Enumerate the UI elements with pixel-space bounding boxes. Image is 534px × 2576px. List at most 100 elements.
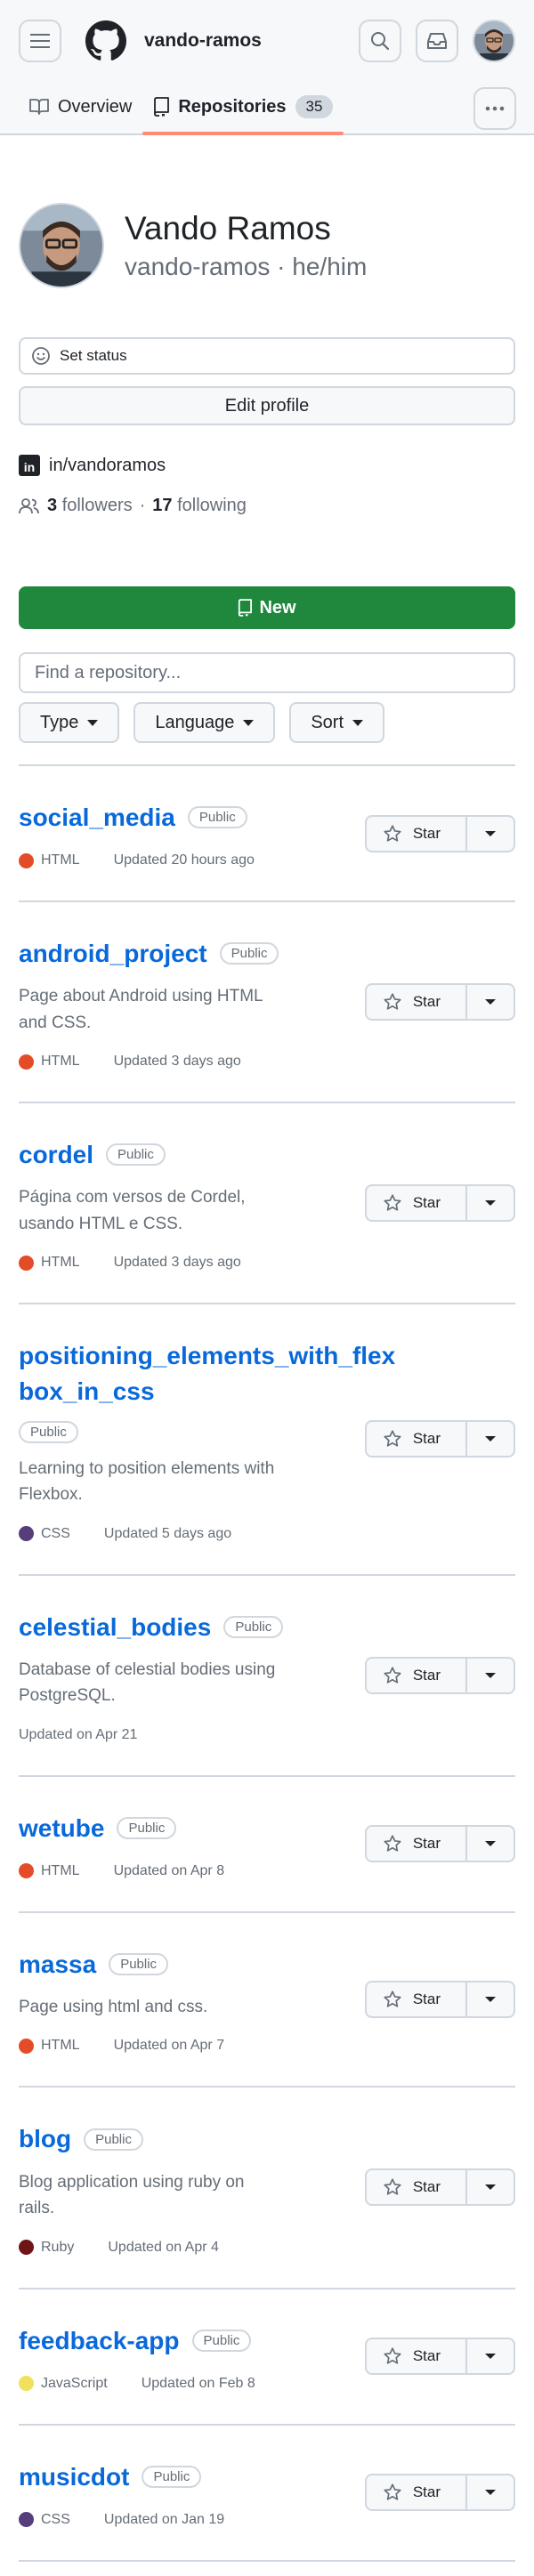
filter-language-dropdown[interactable]: Language: [134, 702, 276, 743]
star-label: Star: [412, 1194, 441, 1212]
set-status-button[interactable]: Set status: [19, 337, 515, 375]
star-button[interactable]: Star: [367, 2339, 467, 2374]
filter-sort-dropdown[interactable]: Sort: [289, 702, 385, 743]
star-list-dropdown[interactable]: [467, 1422, 514, 1456]
repository-updated: Updated 3 days ago: [113, 1054, 241, 1070]
star-button[interactable]: Star: [367, 1827, 467, 1861]
tab-repositories-label: Repositories: [178, 96, 287, 117]
star-list-dropdown[interactable]: [467, 1186, 514, 1220]
inbox-icon: [427, 33, 447, 49]
chevron-down-icon: [485, 1436, 496, 1442]
followers-label: followers: [61, 496, 133, 515]
more-tabs-button[interactable]: [473, 87, 516, 130]
star-button[interactable]: Star: [367, 816, 467, 851]
repository-name-link[interactable]: positioning_elements_with_flexbox_in_css: [19, 1338, 401, 1408]
repository-name-link[interactable]: celestial_bodies: [19, 1610, 211, 1644]
language-color-dot: [19, 2240, 34, 2255]
star-button[interactable]: Star: [367, 2475, 467, 2510]
tab-repositories[interactable]: Repositories 35: [142, 80, 344, 135]
repository-name-link[interactable]: android_project: [19, 936, 207, 971]
star-button-group: Star: [364, 814, 515, 852]
repository-item: musicdot Public CSS Updated on Jan 19 Star: [19, 2426, 515, 2562]
chevron-down-icon: [352, 719, 364, 726]
filter-type-dropdown[interactable]: Type: [19, 702, 120, 743]
repository-language: HTML: [41, 1255, 80, 1271]
star-button-group: Star: [364, 1825, 515, 1863]
star-icon: [384, 1991, 401, 2007]
profile-nickname-pronouns: vando-ramos · he/him: [125, 253, 368, 281]
repository-meta: Updated on Apr 21: [19, 1727, 515, 1743]
star-list-dropdown[interactable]: [467, 2339, 514, 2373]
star-list-dropdown[interactable]: [467, 985, 514, 1019]
repository-name-link[interactable]: massa: [19, 1947, 96, 1982]
star-list-dropdown[interactable]: [467, 2475, 514, 2509]
star-label: Star: [412, 993, 441, 1011]
edit-profile-button[interactable]: Edit profile: [19, 386, 515, 425]
star-list-dropdown[interactable]: [467, 1827, 514, 1861]
book-icon: [29, 99, 49, 115]
visibility-badge: Public: [219, 942, 279, 965]
new-repository-label: New: [259, 597, 296, 618]
star-list-dropdown[interactable]: [467, 2170, 514, 2204]
repository-name-link[interactable]: social_media: [19, 800, 175, 835]
star-button[interactable]: Star: [367, 1422, 467, 1457]
tab-overview-label: Overview: [58, 96, 133, 117]
search-icon: [371, 32, 390, 51]
user-avatar-menu[interactable]: [473, 20, 515, 62]
repository-item: android_project Public Page about Android …: [19, 902, 515, 1104]
language-color-dot: [19, 1526, 34, 1542]
hamburger-icon: [30, 34, 50, 48]
following-link[interactable]: 17 following: [152, 496, 247, 516]
star-icon: [384, 1194, 401, 1211]
visibility-badge: Public: [142, 2465, 202, 2488]
find-repository-field[interactable]: [19, 652, 515, 693]
star-button[interactable]: Star: [367, 985, 467, 1020]
followers-link[interactable]: 3 followers: [47, 496, 133, 516]
star-label: Star: [412, 1835, 441, 1853]
find-repository-input[interactable]: [35, 662, 499, 683]
repository-name-link[interactable]: cordel: [19, 1137, 93, 1172]
repository-list: social_media Public HTML Updated 20 hours a…: [19, 764, 515, 2562]
star-list-dropdown[interactable]: [467, 1659, 514, 1692]
avatar-image: [474, 21, 514, 61]
new-repository-button[interactable]: New: [19, 586, 515, 629]
chevron-down-icon: [485, 1200, 496, 1207]
star-button[interactable]: Star: [367, 1186, 467, 1221]
people-icon: [19, 497, 39, 513]
linkedin-link[interactable]: in in/vandoramos: [19, 455, 515, 476]
visibility-badge: Public: [117, 1816, 177, 1839]
repository-updated: Updated on Apr 21: [19, 1726, 138, 1742]
github-logo-icon[interactable]: [85, 20, 126, 61]
repository-meta: Ruby Updated on Apr 4: [19, 2240, 515, 2256]
profile-avatar[interactable]: [19, 203, 104, 288]
visibility-badge: Public: [106, 1143, 166, 1167]
repository-language: HTML: [41, 2038, 80, 2054]
hamburger-menu-button[interactable]: [19, 20, 61, 62]
inbox-button[interactable]: [416, 20, 458, 62]
search-button[interactable]: [359, 20, 401, 62]
star-button[interactable]: Star: [367, 1982, 467, 2017]
star-button[interactable]: Star: [367, 2170, 467, 2205]
repository-language: Ruby: [41, 2239, 75, 2255]
star-list-dropdown[interactable]: [467, 1982, 514, 2016]
following-label: following: [177, 496, 247, 515]
profile-section: Vando Ramos vando-ramos · he/him Set sta…: [0, 135, 534, 516]
follow-separator: ·: [139, 496, 146, 515]
repository-name-link[interactable]: feedback-app: [19, 2323, 180, 2358]
star-button[interactable]: Star: [367, 1658, 467, 1692]
repository-meta: HTML Updated on Apr 7: [19, 2038, 515, 2054]
chevron-down-icon: [485, 2490, 496, 2496]
star-label: Star: [412, 1430, 441, 1448]
repository-name-link[interactable]: blog: [19, 2121, 71, 2156]
repository-item: massa Public Page using html and css. HTML U…: [19, 1913, 515, 2088]
repository-meta: HTML Updated 3 days ago: [19, 1255, 515, 1271]
header-username[interactable]: vando-ramos: [144, 30, 262, 52]
repository-name-link[interactable]: wetube: [19, 1811, 104, 1845]
repository-name-link[interactable]: musicdot: [19, 2459, 129, 2494]
star-icon: [384, 2178, 401, 2196]
repository-meta: JavaScript Updated on Feb 8: [19, 2376, 515, 2392]
tab-overview[interactable]: Overview: [19, 80, 142, 133]
star-list-dropdown[interactable]: [467, 817, 514, 851]
repository-updated: Updated on Feb 8: [141, 2375, 255, 2391]
repository-updated: Updated on Apr 4: [108, 2239, 219, 2255]
